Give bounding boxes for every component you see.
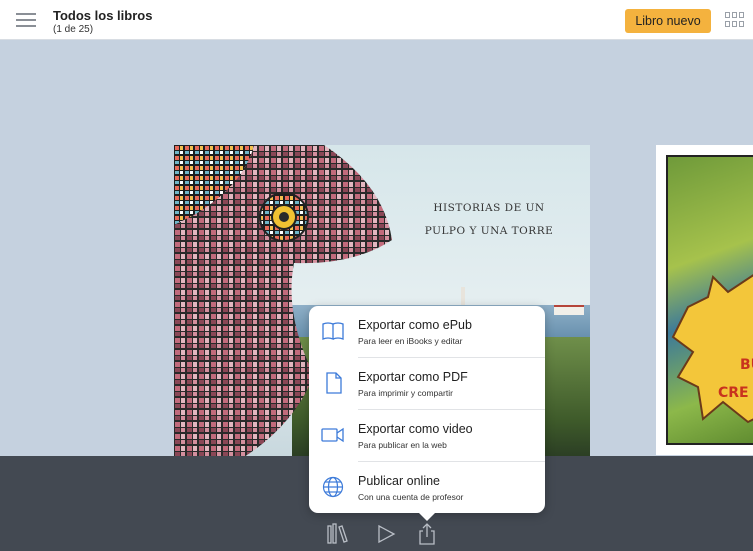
- export-video-option[interactable]: Exportar como video Para publicar en la …: [309, 410, 545, 462]
- export-pdf-label: Exportar como PDF: [358, 370, 468, 384]
- publish-online-description: Con una cuenta de profesor: [358, 492, 464, 502]
- cover-building: [554, 305, 584, 315]
- export-menu-popover: Exportar como ePub Para leer en iBooks y…: [309, 306, 545, 513]
- video-camera-icon: [321, 424, 345, 446]
- cover-title-line-1: Historias de un: [433, 202, 545, 214]
- book-open-icon: [321, 320, 345, 342]
- popover-arrow: [418, 512, 436, 521]
- book-cover-second[interactable]: BU CRE: [656, 145, 753, 455]
- grid-view-icon[interactable]: [725, 12, 746, 28]
- comic-burst-illustration: BU CRE: [671, 274, 753, 424]
- play-icon[interactable]: [373, 522, 399, 546]
- share-icon[interactable]: [414, 522, 440, 546]
- cover-text-line-2: CRE: [718, 385, 749, 401]
- page-title: Todos los libros: [53, 8, 153, 23]
- library-icon[interactable]: [325, 522, 351, 546]
- hamburger-menu-icon[interactable]: [16, 13, 36, 27]
- export-video-description: Para publicar en la web: [358, 440, 447, 450]
- export-pdf-description: Para imprimir y compartir: [358, 388, 453, 398]
- export-epub-description: Para leer en iBooks y editar: [358, 336, 463, 346]
- cover-text-line-1: BU: [740, 357, 753, 373]
- document-icon: [321, 372, 345, 394]
- publish-online-label: Publicar online: [358, 474, 440, 488]
- export-epub-option[interactable]: Exportar como ePub Para leer en iBooks y…: [309, 306, 545, 358]
- book-count: (1 de 25): [53, 24, 94, 35]
- export-epub-label: Exportar como ePub: [358, 318, 472, 332]
- publish-online-option[interactable]: Publicar online Con una cuenta de profes…: [309, 462, 545, 514]
- cover-title-line-2: pulpo y una torre: [424, 225, 554, 237]
- cover-frame: BU CRE: [666, 155, 753, 445]
- new-book-button[interactable]: Libro nuevo: [625, 9, 711, 33]
- top-header: Todos los libros (1 de 25) Libro nuevo: [0, 0, 753, 40]
- globe-icon: [321, 476, 345, 498]
- book-cover-title: Historias de un pulpo y una torre: [404, 197, 574, 243]
- cover-tower: [461, 287, 465, 305]
- export-pdf-option[interactable]: Exportar como PDF Para imprimir y compar…: [309, 358, 545, 410]
- export-video-label: Exportar como video: [358, 422, 473, 436]
